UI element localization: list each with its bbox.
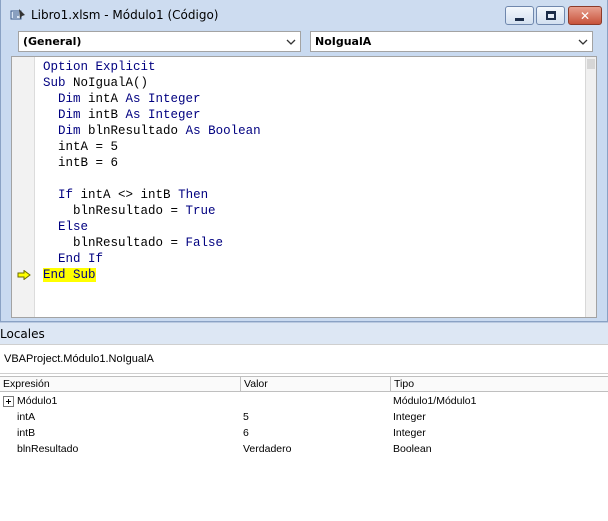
- keyword: As Integer: [125, 92, 201, 106]
- context-path: VBAProject.Módulo1.NoIgualA: [4, 353, 154, 365]
- keyword-highlighted: End Sub: [43, 268, 96, 282]
- code-line: blnResultado = True: [43, 203, 584, 219]
- type-cell: Integer: [393, 427, 426, 439]
- code-token: intA = 5: [58, 140, 119, 154]
- locals-context: VBAProject.Módulo1.NoIgualA: [0, 344, 608, 374]
- object-combo-value: (General): [23, 35, 82, 48]
- keyword: End If: [58, 252, 104, 266]
- code-line: intB = 6: [43, 155, 584, 171]
- chevron-down-icon: [286, 39, 296, 45]
- code-line: Dim intB As Integer: [43, 107, 584, 123]
- value-cell[interactable]: Verdadero: [243, 441, 291, 457]
- code-token: intA: [80, 92, 126, 106]
- value-cell[interactable]: 5: [243, 409, 249, 425]
- code-line: If intA <> intB Then: [43, 187, 584, 203]
- keyword: As Integer: [125, 108, 201, 122]
- locals-rows: Módulo1 Módulo1/Módulo1 intA 5 Integer i…: [0, 393, 608, 457]
- object-combo[interactable]: (General): [18, 31, 301, 52]
- table-row[interactable]: intB 6 Integer: [0, 425, 608, 441]
- code-token: intB: [80, 108, 126, 122]
- maximize-button[interactable]: [536, 6, 565, 25]
- keyword: Then: [178, 188, 209, 202]
- keyword: If: [58, 188, 74, 202]
- code-line-current: End Sub: [43, 267, 584, 283]
- scrollbar-thumb[interactable]: [587, 59, 595, 69]
- chevron-down-icon: [578, 39, 588, 45]
- code-editor[interactable]: Option Explicit Sub NoIgualA() Dim intA …: [11, 56, 597, 318]
- code-token: intB = 6: [58, 156, 119, 170]
- locals-title: Locales: [0, 327, 45, 341]
- keyword: Dim: [58, 108, 81, 122]
- code-line: intA = 5: [43, 139, 584, 155]
- code-line: Dim intA As Integer: [43, 91, 584, 107]
- code-window: Libro1.xlsm - Módulo1 (Código) ✕ (Genera…: [0, 0, 608, 322]
- procedure-combo[interactable]: NoIgualA: [310, 31, 593, 52]
- column-header-expression[interactable]: Expresión: [0, 377, 241, 392]
- vertical-scrollbar[interactable]: [585, 57, 596, 317]
- keyword: Option Explicit: [43, 60, 156, 74]
- table-row[interactable]: blnResultado Verdadero Boolean: [0, 441, 608, 457]
- expression-cell: intA: [17, 411, 36, 423]
- keyword: Dim: [58, 92, 81, 106]
- type-cell: Boolean: [393, 443, 432, 455]
- column-header-type[interactable]: Tipo: [391, 377, 608, 392]
- keyword: Sub: [43, 76, 66, 90]
- code-token: blnResultado =: [73, 236, 186, 250]
- expand-plus-icon[interactable]: [3, 396, 14, 407]
- minimize-icon: [515, 17, 524, 21]
- keyword: Else: [58, 220, 89, 234]
- code-token: blnResultado =: [73, 204, 186, 218]
- close-button[interactable]: ✕: [568, 6, 602, 25]
- maximize-icon: [545, 11, 556, 20]
- code-line: End If: [43, 251, 584, 267]
- expression-cell: Módulo1: [17, 395, 58, 407]
- execution-arrow-icon: [17, 270, 31, 280]
- code-text[interactable]: Option Explicit Sub NoIgualA() Dim intA …: [43, 59, 584, 283]
- code-line: Else: [43, 219, 584, 235]
- expression-cell: blnResultado: [17, 443, 79, 455]
- keyword: As Boolean: [185, 124, 261, 138]
- type-cell: Integer: [393, 411, 426, 423]
- table-row[interactable]: intA 5 Integer: [0, 409, 608, 425]
- code-token: intA <> intB: [73, 188, 179, 202]
- window-title: Libro1.xlsm - Módulo1 (Código): [31, 8, 219, 22]
- code-line: Option Explicit: [43, 59, 584, 75]
- type-cell: Módulo1/Módulo1: [393, 395, 477, 407]
- locals-table-header: Expresión Valor Tipo: [0, 376, 608, 392]
- locals-title-bar[interactable]: Locales: [0, 322, 608, 344]
- code-line: Dim blnResultado As Boolean: [43, 123, 584, 139]
- procedure-combo-value: NoIgualA: [315, 35, 372, 48]
- keyword: True: [185, 204, 216, 218]
- code-token: NoIgualA(): [65, 76, 149, 90]
- column-header-value[interactable]: Valor: [241, 377, 391, 392]
- table-row[interactable]: Módulo1 Módulo1/Módulo1: [0, 393, 608, 409]
- expression-cell: intB: [17, 427, 36, 439]
- value-cell[interactable]: 6: [243, 425, 249, 441]
- keyword: False: [185, 236, 224, 250]
- code-line: Sub NoIgualA(): [43, 75, 584, 91]
- minimize-button[interactable]: [505, 6, 534, 25]
- vba-module-icon: [10, 9, 25, 20]
- close-icon: ✕: [579, 8, 591, 23]
- code-token: blnResultado: [80, 124, 186, 138]
- code-line: blnResultado = False: [43, 235, 584, 251]
- keyword: Dim: [58, 124, 81, 138]
- title-bar[interactable]: Libro1.xlsm - Módulo1 (Código) ✕: [1, 0, 607, 30]
